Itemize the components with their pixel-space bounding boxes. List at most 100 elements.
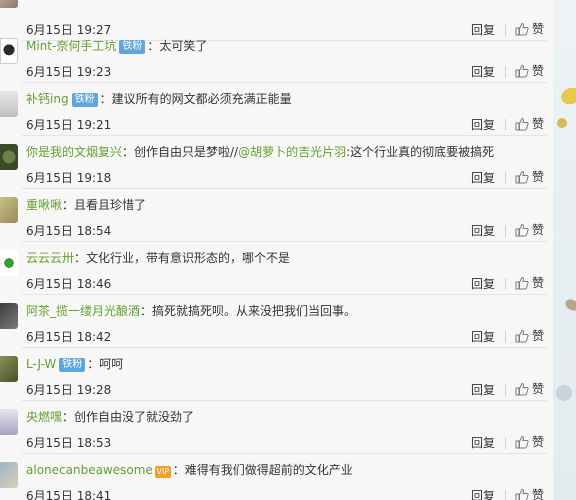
comment-line: 补钙ing 铁粉 ：建议所有的网文都必须充满正能量 (26, 91, 292, 108)
comment-line: Mint-奈何手工坑 铁粉 ：太可笑了 (26, 38, 207, 55)
thumbs-up-icon (515, 488, 529, 500)
comment-line: 重啾啾：且看且珍惜了 (26, 197, 146, 214)
comment-text: ：太可笑了 (147, 39, 208, 53)
like-button[interactable]: 赞 (515, 487, 544, 500)
comment-line: L-J-W 铁粉 ：呵呵 (26, 356, 123, 373)
comment-time: 6月15日 19:18 (26, 171, 112, 185)
fan-badge[interactable]: 铁粉 (59, 358, 86, 372)
avatar[interactable] (0, 303, 18, 329)
username-link[interactable]: 云云云卅 (26, 251, 74, 265)
like-label: 赞 (532, 488, 545, 500)
thumbs-up-icon (515, 170, 529, 184)
comment-line: 阿茶_揽一缕月光酿酒：搞死就搞死呗。从来没把我们当回事。 (26, 303, 356, 320)
page-background-decoration (553, 0, 576, 500)
like-label: 赞 (532, 170, 545, 184)
avatar[interactable] (0, 197, 18, 223)
mention-link[interactable]: @胡萝卜的吉光片羽 (238, 145, 346, 159)
comment-text: ：创作自由没了就没劲了 (62, 410, 195, 424)
avatar[interactable] (0, 250, 18, 276)
vip-icon: VIP (154, 466, 171, 478)
avatar[interactable] (0, 0, 18, 8)
comment-item: 补钙ing 铁粉 ：建议所有的网文都必须充满正能量 6月15日 19:21 回复 赞 (0, 83, 553, 136)
like-button[interactable]: 赞 (515, 328, 544, 344)
avatar[interactable] (0, 38, 18, 64)
comment-time: 6月15日 19:23 (26, 65, 112, 79)
comment-item: 央燃嘿：创作自由没了就没劲了 6月15日 18:53 回复 赞 (0, 401, 553, 454)
action-divider (505, 66, 506, 78)
like-button[interactable]: 赞 (515, 381, 544, 397)
like-button[interactable]: 赞 (515, 222, 544, 238)
username-link[interactable]: 补钙ing (26, 92, 69, 106)
comment-text: ：难得有我们做得超前的文化产业 (172, 463, 353, 477)
decoration-leaf (558, 85, 576, 107)
thumbs-up-icon (515, 435, 529, 449)
thumbs-up-icon (515, 117, 529, 131)
comment-time: 6月15日 18:41 (26, 489, 112, 500)
reply-button[interactable]: 回复 (471, 170, 495, 186)
username-link[interactable]: alonecanbeawesome (26, 463, 153, 477)
avatar[interactable] (0, 356, 18, 382)
username-link[interactable]: 重啾啾 (26, 198, 62, 212)
avatar[interactable] (0, 144, 18, 170)
reply-button[interactable]: 回复 (471, 382, 495, 398)
like-label: 赞 (532, 117, 545, 131)
decoration-dot (556, 385, 572, 401)
action-divider (505, 490, 506, 500)
username-link[interactable]: 你是我的文烟复兴 (26, 145, 122, 159)
thumbs-up-icon (515, 223, 529, 237)
like-label: 赞 (532, 435, 545, 449)
avatar[interactable] (0, 91, 18, 117)
username-link[interactable]: 阿茶_揽一缕月光酿酒 (26, 304, 140, 318)
comment-item: L-J-W 铁粉 ：呵呵 6月15日 19:28 回复 赞 (0, 348, 553, 401)
comment-item: 阿茶_揽一缕月光酿酒：搞死就搞死呗。从来没把我们当回事。 6月15日 18:42… (0, 295, 553, 348)
reply-button[interactable]: 回复 (471, 64, 495, 80)
comment-text-continued: :这个行业真的彻底要被搞死 (346, 145, 495, 159)
reply-button[interactable]: 回复 (471, 276, 495, 292)
action-divider (505, 437, 506, 449)
like-label: 赞 (532, 64, 545, 78)
comment-item: alonecanbeawesome VIP ：难得有我们做得超前的文化产业 6月15… (0, 454, 553, 500)
thumbs-up-icon (515, 276, 529, 290)
decoration-dot (557, 118, 567, 128)
comment-line: alonecanbeawesome VIP ：难得有我们做得超前的文化产业 (26, 462, 353, 479)
action-divider (505, 331, 506, 343)
avatar[interactable] (0, 462, 18, 488)
comment-time: 6月15日 18:54 (26, 224, 112, 238)
action-divider (505, 172, 506, 184)
like-label: 赞 (532, 382, 545, 396)
comment-time: 6月15日 18:46 (26, 277, 112, 291)
like-label: 赞 (532, 276, 545, 290)
reply-button[interactable]: 回复 (471, 329, 495, 345)
reply-button[interactable]: 回复 (471, 488, 495, 500)
reply-button[interactable]: 回复 (471, 435, 495, 451)
username-link[interactable]: 央燃嘿 (26, 410, 62, 424)
decoration-leaf (563, 297, 576, 313)
comment-time: 6月15日 18:53 (26, 436, 112, 450)
comment-text: ：创作自由只是梦啦// (122, 145, 239, 159)
like-button[interactable]: 赞 (515, 275, 544, 291)
thumbs-up-icon (515, 382, 529, 396)
username-link[interactable]: Mint-奈何手工坑 (26, 39, 116, 53)
comment-item: 重啾啾：且看且珍惜了 6月15日 18:54 回复 赞 (0, 189, 553, 242)
fan-badge[interactable]: 铁粉 (71, 93, 98, 107)
like-label: 赞 (532, 329, 545, 343)
thumbs-up-icon (515, 64, 529, 78)
username-link[interactable]: L-J-W (26, 357, 56, 371)
like-label: 赞 (532, 223, 545, 237)
comment-text: ：文化行业，带有意识形态的，哪个不是 (74, 251, 291, 265)
comment-item: 云云云卅：文化行业，带有意识形态的，哪个不是 6月15日 18:46 回复 赞 (0, 242, 553, 295)
like-button[interactable]: 赞 (515, 434, 544, 450)
comment-text: ：搞死就搞死呗。从来没把我们当回事。 (140, 304, 357, 318)
comment-line: 央燃嘿：创作自由没了就没劲了 (26, 409, 194, 426)
comment-item: 你是我的文烟复兴：创作自由只是梦啦//@胡萝卜的吉光片羽:这个行业真的彻底要被搞… (0, 136, 553, 189)
avatar[interactable] (0, 409, 18, 435)
comment-text: ：呵呵 (87, 357, 124, 371)
comment-time: 6月15日 19:21 (26, 118, 112, 132)
like-button[interactable]: 赞 (515, 169, 544, 185)
like-button[interactable]: 赞 (515, 116, 544, 132)
reply-button[interactable]: 回复 (471, 117, 495, 133)
like-button[interactable]: 赞 (515, 63, 544, 79)
action-divider (505, 384, 506, 396)
reply-button[interactable]: 回复 (471, 223, 495, 239)
fan-badge[interactable]: 铁粉 (119, 40, 146, 54)
